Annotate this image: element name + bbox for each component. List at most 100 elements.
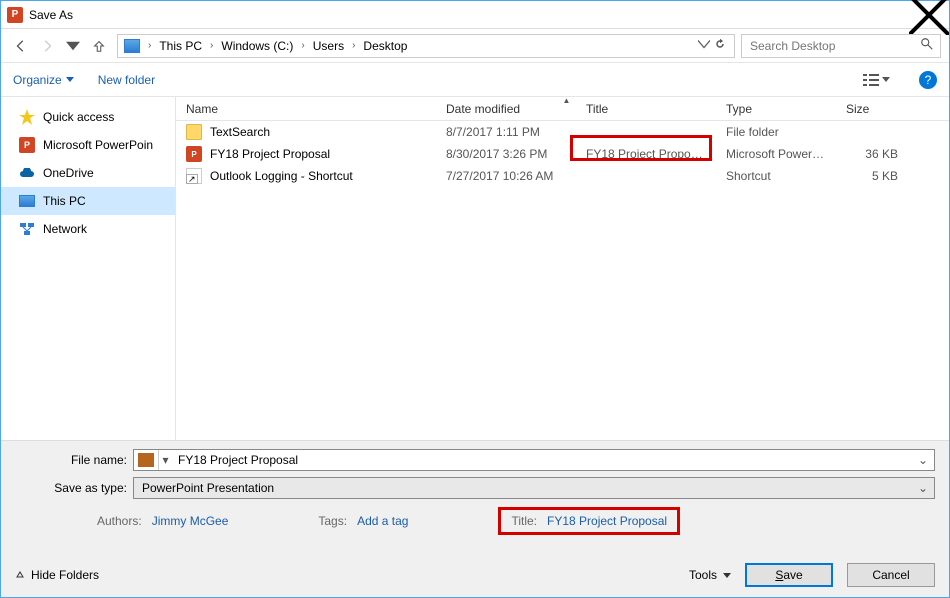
file-date: 8/30/2017 3:26 PM — [436, 147, 576, 161]
save-as-dialog: P Save As › This PC › Windows (C:) › Use… — [0, 0, 950, 598]
file-list-pane: Name▲ Date modified Title Type Size Text… — [176, 97, 949, 440]
title-bar: P Save As — [1, 1, 949, 29]
organize-label: Organize — [13, 73, 62, 87]
column-size[interactable]: Size — [836, 97, 916, 120]
address-bar[interactable]: › This PC › Windows (C:) › Users › Deskt… — [117, 34, 735, 58]
breadcrumb-users[interactable]: Users — [309, 37, 348, 55]
chevron-right-icon[interactable]: › — [348, 40, 359, 51]
file-type: File folder — [716, 125, 836, 139]
file-rows: TextSearch 8/7/2017 1:11 PM File folder … — [176, 121, 949, 440]
sidebar-item-powerpoint[interactable]: P Microsoft PowerPoin — [1, 131, 175, 159]
saveastype-combo[interactable]: PowerPoint Presentation ⌄ — [133, 477, 935, 499]
network-icon — [19, 221, 35, 237]
sidebar-item-label: Microsoft PowerPoin — [43, 138, 153, 152]
search-input[interactable] — [748, 38, 898, 54]
hide-folders-button[interactable]: Hide Folders — [15, 568, 99, 582]
file-title: FY18 Project Proposal — [576, 147, 716, 161]
save-button[interactable]: Save — [745, 563, 833, 587]
column-name[interactable]: Name▲ — [176, 97, 436, 120]
save-button-rest: ave — [783, 568, 802, 582]
search-icon[interactable] — [920, 37, 934, 54]
column-type[interactable]: Type — [716, 97, 836, 120]
file-type: Microsoft PowerP... — [716, 147, 836, 161]
authors-label: Authors: — [97, 514, 142, 528]
chevron-right-icon[interactable]: › — [206, 40, 217, 51]
new-folder-button[interactable]: New folder — [98, 73, 155, 87]
saveastype-row: Save as type: PowerPoint Presentation ⌄ — [15, 477, 935, 499]
tags-label: Tags: — [318, 514, 347, 528]
folder-icon — [186, 124, 202, 140]
saveastype-dropdown[interactable]: ⌄ — [916, 478, 930, 498]
file-row[interactable]: TextSearch 8/7/2017 1:11 PM File folder — [176, 121, 949, 143]
cancel-button[interactable]: Cancel — [847, 563, 935, 587]
pc-icon — [124, 39, 140, 53]
title-value[interactable]: FY18 Project Proposal — [547, 514, 667, 528]
filename-row: File name: ▾ ⌄ — [15, 449, 935, 471]
close-button[interactable] — [909, 1, 949, 29]
chevron-right-icon[interactable]: › — [297, 40, 308, 51]
refresh-icon[interactable] — [714, 38, 726, 53]
file-name: Outlook Logging - Shortcut — [176, 168, 436, 184]
file-size: 5 KB — [836, 169, 916, 183]
cloud-icon — [19, 165, 35, 181]
file-size: 36 KB — [836, 147, 916, 161]
filename-combo[interactable]: ▾ ⌄ — [133, 449, 935, 471]
sidebar-item-this-pc[interactable]: This PC — [1, 187, 175, 215]
powerpoint-app-icon: P — [7, 7, 23, 23]
file-name: P FY18 Project Proposal — [176, 146, 436, 162]
sidebar-item-label: This PC — [43, 194, 86, 208]
saveastype-label: Save as type: — [15, 481, 127, 495]
column-title[interactable]: Title — [576, 97, 716, 120]
back-button[interactable] — [9, 34, 33, 58]
filename-dropdown[interactable]: ⌄ — [916, 450, 930, 470]
address-dropdown-icon[interactable] — [698, 38, 710, 53]
annotation-highlight-title-field: Title: FY18 Project Proposal — [498, 507, 680, 535]
filename-icon-dropdown[interactable]: ▾ — [158, 450, 172, 470]
bottom-panel: File name: ▾ ⌄ Save as type: PowerPoint … — [1, 440, 949, 597]
file-name: TextSearch — [176, 124, 436, 140]
view-options-button[interactable] — [858, 71, 895, 89]
breadcrumb-this-pc[interactable]: This PC — [155, 37, 206, 55]
file-type: Shortcut — [716, 169, 836, 183]
help-button[interactable]: ? — [919, 71, 937, 89]
file-type-icon — [138, 453, 154, 467]
sidebar-item-label: Network — [43, 222, 87, 236]
navigation-bar: › This PC › Windows (C:) › Users › Deskt… — [1, 29, 949, 63]
pc-icon — [19, 195, 35, 207]
breadcrumb-desktop[interactable]: Desktop — [359, 37, 411, 55]
file-row[interactable]: Outlook Logging - Shortcut 7/27/2017 10:… — [176, 165, 949, 187]
sidebar-item-label: OneDrive — [43, 166, 94, 180]
tools-menu[interactable]: Tools — [689, 568, 731, 582]
star-icon — [19, 109, 35, 125]
filename-input[interactable] — [176, 452, 912, 468]
chevron-right-icon[interactable]: › — [144, 40, 155, 51]
sidebar-item-network[interactable]: Network — [1, 215, 175, 243]
breadcrumb-windows-c[interactable]: Windows (C:) — [217, 37, 297, 55]
main-area: Quick access P Microsoft PowerPoin OneDr… — [1, 97, 949, 440]
organize-menu[interactable]: Organize — [13, 73, 74, 87]
column-headers: Name▲ Date modified Title Type Size — [176, 97, 949, 121]
file-date: 7/27/2017 10:26 AM — [436, 169, 576, 183]
shortcut-icon — [186, 168, 202, 184]
powerpoint-icon: P — [19, 137, 35, 153]
metadata-row: Authors: Jimmy McGee Tags: Add a tag Tit… — [15, 507, 935, 535]
forward-button[interactable] — [35, 34, 59, 58]
title-label: Title: — [511, 514, 537, 528]
window-title: Save As — [29, 8, 73, 22]
navigation-pane: Quick access P Microsoft PowerPoin OneDr… — [1, 97, 176, 440]
tags-value[interactable]: Add a tag — [357, 514, 408, 528]
file-row[interactable]: P FY18 Project Proposal 8/30/2017 3:26 P… — [176, 143, 949, 165]
search-box[interactable] — [741, 34, 941, 58]
command-bar: Organize New folder ? — [1, 63, 949, 97]
sidebar-item-quick-access[interactable]: Quick access — [1, 103, 175, 131]
authors-value[interactable]: Jimmy McGee — [152, 514, 229, 528]
dialog-footer: Hide Folders Tools Save Cancel — [15, 563, 935, 587]
sidebar-item-onedrive[interactable]: OneDrive — [1, 159, 175, 187]
powerpoint-file-icon: P — [186, 146, 202, 162]
filename-label: File name: — [15, 453, 127, 467]
column-date-modified[interactable]: Date modified — [436, 97, 576, 120]
saveastype-value: PowerPoint Presentation — [138, 481, 912, 495]
up-button[interactable] — [87, 34, 111, 58]
recent-locations-button[interactable] — [61, 34, 85, 58]
sidebar-item-label: Quick access — [43, 110, 114, 124]
